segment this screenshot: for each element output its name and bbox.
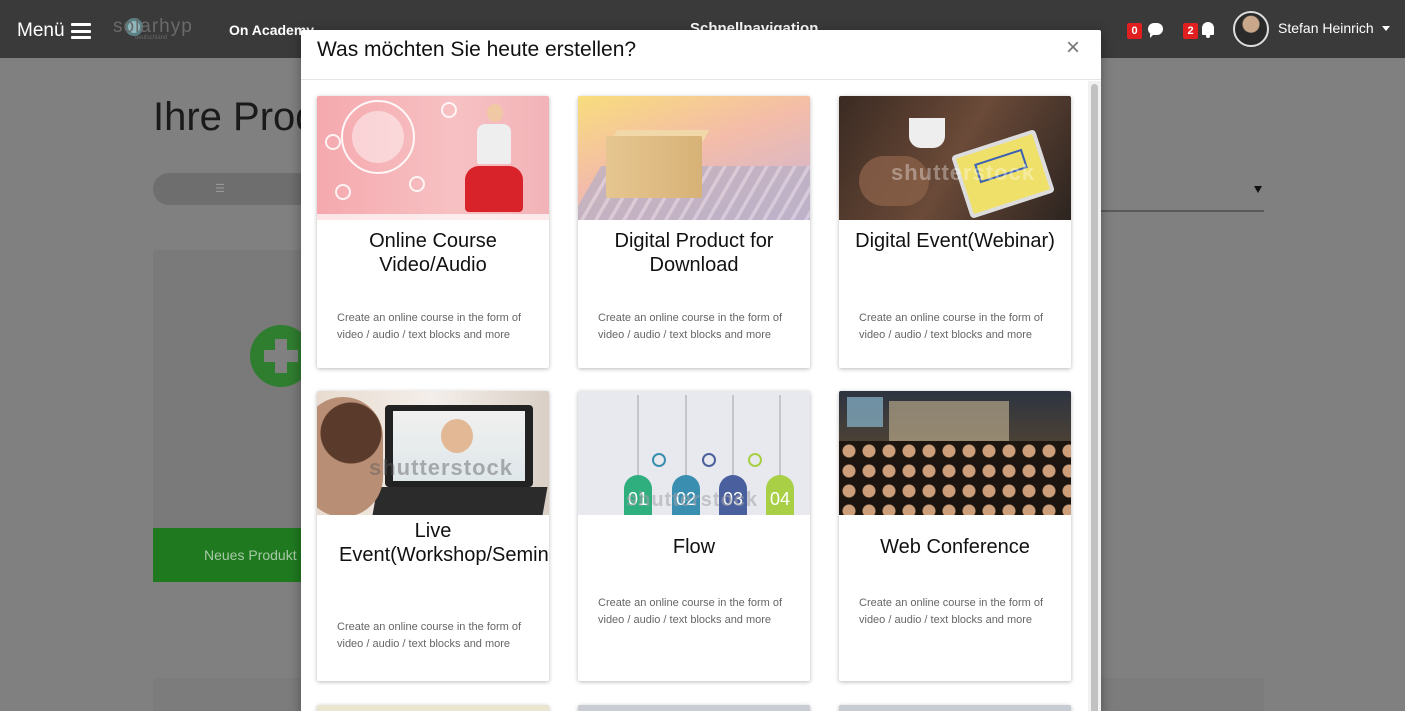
new-product-card[interactable]: Neues Produkt (153, 250, 313, 582)
digital-product-image (578, 96, 810, 220)
dialog-title: Was möchten Sie heute erstellen? (317, 38, 637, 61)
card-description: Create an online course in the form of v… (337, 312, 522, 341)
image-decoration (487, 104, 503, 122)
card-next[interactable] (317, 705, 549, 711)
headphones-icon (441, 102, 457, 118)
target-icon (748, 453, 762, 467)
card-title: Digital Event(Webinar) (855, 230, 1055, 252)
shopping-cart-icon (606, 136, 702, 198)
avatar[interactable] (1233, 11, 1269, 47)
chevron-down-icon[interactable] (1382, 26, 1390, 31)
online-course-image (317, 96, 549, 220)
image-decoration (325, 134, 341, 150)
card-title: Flow (672, 536, 716, 558)
chat-icon[interactable] (1148, 23, 1163, 38)
card-flow[interactable]: 01 02 03 04 shutterstock Flow Create an … (578, 391, 810, 681)
card-title: Web Conference (880, 536, 1030, 558)
card-next[interactable] (578, 705, 810, 711)
ball-icon (702, 453, 716, 467)
hamburger-icon (70, 23, 91, 39)
watermark: shutterstock (626, 489, 759, 511)
card-description: Create an online course in the form of v… (859, 312, 1044, 341)
live-event-image: shutterstock (317, 391, 549, 515)
sort-select[interactable] (1100, 176, 1264, 212)
flow-step-4: 04 (766, 475, 794, 515)
image-decoration (889, 401, 1009, 441)
card-description: Create an online course in the form of v… (337, 621, 522, 650)
card-online-course[interactable]: Online Course Video/Audio Create an onli… (317, 96, 549, 368)
page-title: Ihre Prod (153, 95, 318, 139)
card-live-event[interactable]: shutterstock Live Event(Workshop/Seminar… (317, 391, 549, 681)
new-product-button[interactable]: Neues Produkt (153, 528, 313, 582)
list-icon: ☰ (215, 183, 225, 195)
coffee-cup-icon (909, 118, 945, 148)
watermark: shutterstock (891, 160, 1036, 185)
scrollbar-thumb[interactable] (1091, 84, 1098, 711)
image-decoration (441, 419, 473, 453)
card-title: Online Course Video/Audio (369, 230, 497, 276)
card-digital-product[interactable]: Digital Product for Download Create an o… (578, 96, 810, 368)
card-description: Create an online course in the form of v… (598, 312, 783, 341)
card-title: Digital Product for Download (614, 230, 774, 276)
play-icon (409, 176, 425, 192)
dialog-body: Online Course Video/Audio Create an onli… (301, 81, 1088, 711)
image-decoration (847, 397, 883, 427)
image-decoration (372, 487, 548, 515)
image-decoration (335, 184, 351, 200)
close-icon[interactable]: × (1066, 34, 1080, 62)
image-decoration (465, 166, 523, 212)
user-name[interactable]: Stefan Heinrich (1278, 20, 1374, 36)
image-decoration (839, 441, 1071, 515)
image-decoration (352, 111, 404, 163)
bell-icon[interactable] (1202, 22, 1214, 38)
globe-icon (652, 453, 666, 467)
create-dialog: Was möchten Sie heute erstellen? × Onlin… (301, 30, 1101, 711)
image-decoration (637, 395, 639, 475)
dropdown-arrow-icon (1254, 186, 1262, 193)
web-conference-image (839, 391, 1071, 515)
image-decoration (685, 395, 687, 475)
brand-logo[interactable]: solarhyp deutschland (113, 15, 203, 43)
scrollbar[interactable] (1088, 81, 1101, 711)
menu-button[interactable]: Menü (17, 20, 91, 42)
card-title: Live Event(Workshop/Seminar) (339, 520, 549, 566)
image-decoration (317, 214, 549, 220)
notifications-count-badge: 2 (1183, 23, 1198, 39)
card-next[interactable] (839, 705, 1071, 711)
logo-subtext: deutschland (135, 35, 168, 41)
messages-count-badge: 0 (1127, 23, 1142, 39)
menu-label: Menü (17, 20, 65, 41)
dialog-header: Was möchten Sie heute erstellen? × (301, 30, 1101, 80)
image-decoration (779, 395, 781, 475)
digital-event-image: shutterstock (839, 96, 1071, 220)
watermark: shutterstock (369, 455, 514, 480)
view-toggle[interactable]: ☰ (153, 173, 313, 205)
card-digital-event[interactable]: shutterstock Digital Event(Webinar) Crea… (839, 96, 1071, 368)
card-description: Create an online course in the form of v… (598, 597, 783, 626)
flow-image: 01 02 03 04 shutterstock (578, 391, 810, 515)
image-decoration (732, 395, 734, 475)
card-web-conference[interactable]: Web Conference Create an online course i… (839, 391, 1071, 681)
image-decoration (477, 124, 511, 164)
card-description: Create an online course in the form of v… (859, 597, 1044, 626)
